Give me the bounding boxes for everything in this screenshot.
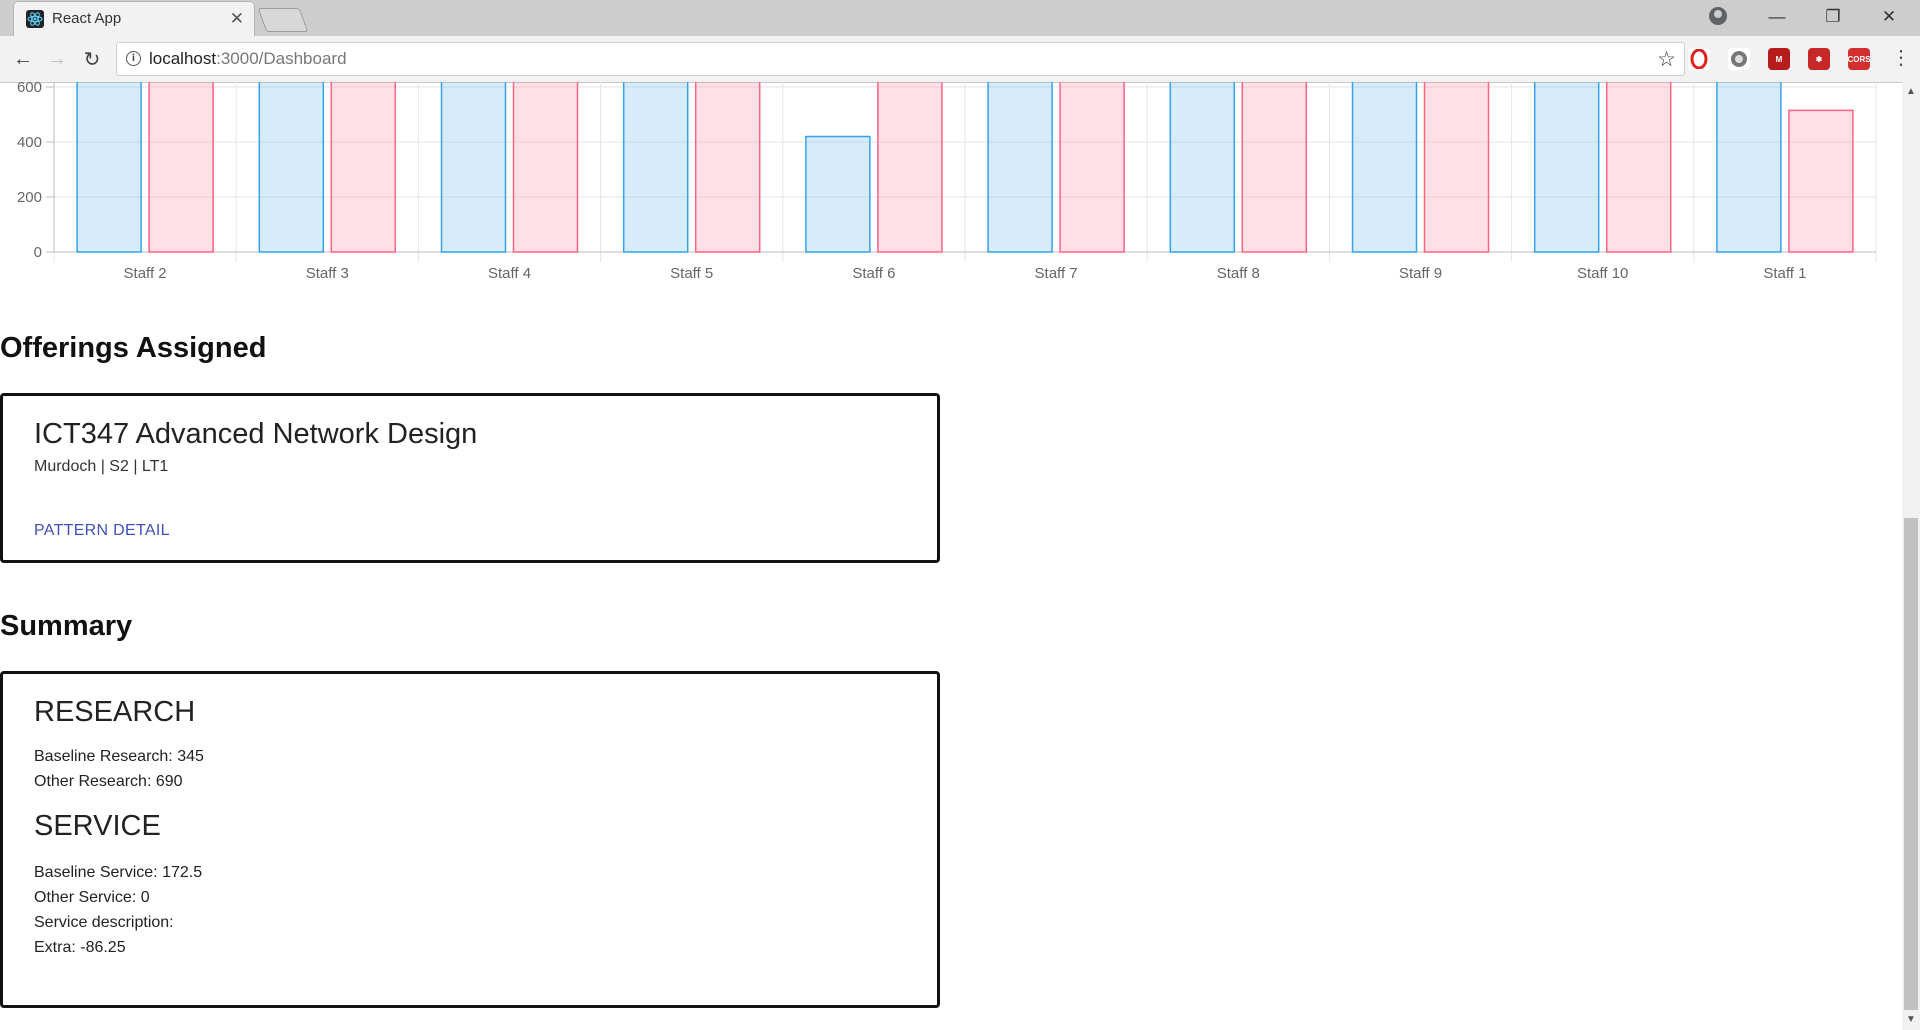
bar-series-2 (330, 82, 397, 253)
offerings-heading: Offerings Assigned (0, 332, 267, 364)
x-tick-label: Staff 3 (306, 265, 349, 282)
bar-series-1 (440, 82, 507, 253)
profile-icon[interactable] (1709, 7, 1727, 25)
offering-card: ICT347 Advanced Network Design Murdoch |… (0, 393, 940, 563)
star-icon[interactable]: ☆ (1657, 47, 1676, 72)
bar-series-1 (805, 135, 871, 253)
x-tick-label: Staff 5 (670, 265, 713, 282)
close-icon[interactable]: ✕ (230, 9, 244, 29)
bug-extension-icon[interactable]: ✱ (1808, 48, 1830, 70)
service-description: Service description: (34, 914, 174, 931)
mendeley-extension-icon[interactable]: M (1768, 48, 1790, 70)
bar-series-2 (1605, 82, 1672, 253)
x-tick-label: Staff 6 (852, 265, 895, 282)
bar-series-2 (1788, 109, 1854, 253)
tab-strip: React App ✕ — ❐ ✕ (0, 0, 1920, 36)
bar-series-1 (258, 82, 325, 253)
summary-heading: Summary (0, 610, 133, 642)
x-tick-label: Staff 9 (1399, 265, 1442, 282)
bar-series-1 (622, 82, 689, 253)
bar-series-2 (694, 82, 761, 253)
staff-bar-chart: 600 400 200 0 Staff 2 Staff 3 Staff 4 Staff 5 St… (17, 82, 1877, 282)
page-content: 600 400 200 0 Staff 2 Staff 3 Staff 4 Staff 5 St… (0, 82, 1902, 1030)
window-close-icon[interactable]: ✕ (1866, 0, 1912, 34)
x-tick-label: Staff 8 (1217, 265, 1260, 282)
bar-series-2 (1241, 82, 1308, 253)
bar-series-2 (1423, 82, 1490, 253)
service-heading: SERVICE (34, 810, 161, 842)
service-extra: Extra: -86.25 (34, 939, 126, 956)
scroll-up-arrow-icon[interactable]: ▲ (1906, 86, 1916, 97)
cors-extension-icon[interactable]: CORS (1847, 48, 1871, 70)
bar-series-2 (877, 82, 943, 253)
baseline-service: Baseline Service: 172.5 (34, 864, 203, 881)
y-tick-label: 200 (17, 189, 42, 206)
maximize-icon[interactable]: ❐ (1810, 0, 1856, 34)
bar-series-2 (148, 82, 214, 253)
globe-extension-icon[interactable] (1728, 48, 1750, 70)
tab-title: React App (52, 10, 122, 27)
summary-card: RESEARCH Baseline Research: 345 Other Re… (0, 671, 940, 1008)
bar-series-1 (1351, 82, 1418, 253)
opera-extension-icon[interactable] (1688, 48, 1710, 70)
new-tab-button[interactable] (257, 8, 309, 32)
bar-series-1 (1533, 82, 1600, 253)
react-logo-icon (26, 10, 44, 28)
y-tick-label: 400 (17, 134, 42, 151)
bar-series-1 (76, 82, 142, 253)
x-tick-label: Staff 1 (1763, 265, 1806, 282)
y-tick-label: 0 (34, 244, 42, 261)
y-tick-label: 600 (17, 82, 42, 96)
pattern-detail-link[interactable]: PATTERN DETAIL (34, 522, 170, 540)
bar-series-2 (512, 82, 579, 253)
other-research: Other Research: 690 (34, 773, 183, 790)
offering-title: ICT347 Advanced Network Design (34, 418, 478, 450)
bar-series-1 (1169, 82, 1236, 253)
research-heading: RESEARCH (34, 696, 196, 728)
x-tick-label: Staff 2 (124, 265, 167, 282)
page-scrollbar[interactable]: ▲ ▼ (1902, 82, 1920, 1030)
address-bar[interactable]: i localhost:3000/Dashboard ☆ (116, 42, 1685, 76)
info-icon[interactable]: i (126, 51, 141, 66)
scroll-down-arrow-icon[interactable]: ▼ (1906, 1014, 1916, 1025)
back-icon[interactable]: ← (10, 46, 36, 72)
browser-toolbar: ← → ↻ i localhost:3000/Dashboard ☆ M ✱ C… (0, 36, 1920, 83)
browser-tab[interactable]: React App ✕ (14, 2, 254, 36)
scroll-thumb[interactable] (1904, 518, 1918, 1010)
menu-icon[interactable]: ⋮ (1891, 45, 1911, 70)
x-tick-label: Staff 4 (488, 265, 531, 282)
x-tick-label: Staff 10 (1577, 265, 1628, 282)
reload-icon[interactable]: ↻ (79, 46, 105, 72)
other-service: Other Service: 0 (34, 889, 150, 906)
bar-series-1 (1716, 82, 1782, 253)
minimize-icon[interactable]: — (1754, 0, 1800, 34)
forward-icon[interactable]: → (44, 46, 70, 72)
bar-series-1 (987, 82, 1053, 253)
offering-subtitle: Murdoch | S2 | LT1 (34, 458, 169, 475)
bar-series-2 (1059, 82, 1125, 253)
x-tick-label: Staff 7 (1035, 265, 1078, 282)
baseline-research: Baseline Research: 345 (34, 748, 204, 765)
url-text[interactable]: localhost:3000/Dashboard (149, 49, 347, 69)
